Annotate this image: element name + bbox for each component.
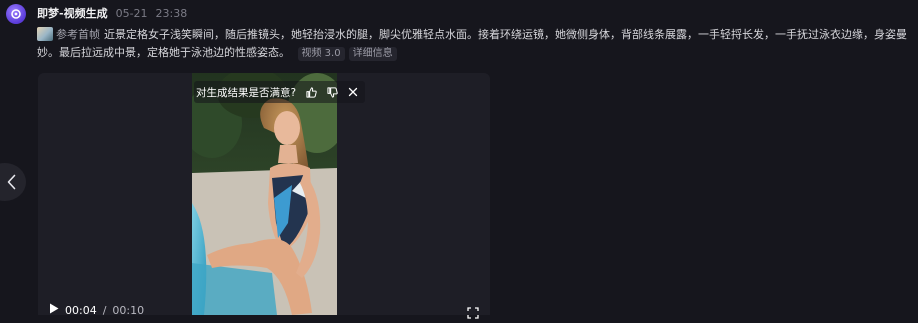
fullscreen-icon[interactable] <box>467 304 479 319</box>
playback-controls: 00:04 / 00:10 <box>49 302 144 318</box>
thumbs-down-icon[interactable] <box>326 86 338 98</box>
app-name: 即梦-视频生成 <box>37 7 108 20</box>
message-header: 即梦-视频生成 05-21 23:38 <box>37 5 187 21</box>
video-frame-image <box>192 73 337 315</box>
close-icon[interactable] <box>347 86 359 98</box>
model-chip[interactable]: 视频 3.0 <box>297 47 345 61</box>
video-frame[interactable] <box>192 73 337 315</box>
feedback-question: 对生成结果是否满意? <box>196 86 297 99</box>
message-time: 23:38 <box>155 6 188 20</box>
sparkle-icon <box>11 9 21 19</box>
reference-frame-label[interactable]: 参考首帧 <box>56 28 100 41</box>
message-date: 05-21 <box>115 6 148 20</box>
prompt-text: 近景定格女子浅笑瞬间，随后推镜头，她轻抬浸水的腿，脚尖优雅轻点水面。接着环绕运镜… <box>37 28 907 59</box>
prompt-text-block: 参考首帧 近景定格女子浅笑瞬间，随后推镜头，她轻抬浸水的腿，脚尖优雅轻点水面。接着… <box>37 26 909 62</box>
feedback-bar: 对生成结果是否满意? <box>194 81 366 103</box>
chevron-left-icon <box>7 174 16 190</box>
back-button[interactable] <box>0 163 26 201</box>
details-button[interactable]: 详细信息 <box>348 47 397 61</box>
app-avatar <box>6 4 26 24</box>
thumbs-up-icon[interactable] <box>305 86 317 98</box>
reference-frame-thumbnail[interactable] <box>37 27 53 41</box>
video-player[interactable] <box>38 73 490 315</box>
